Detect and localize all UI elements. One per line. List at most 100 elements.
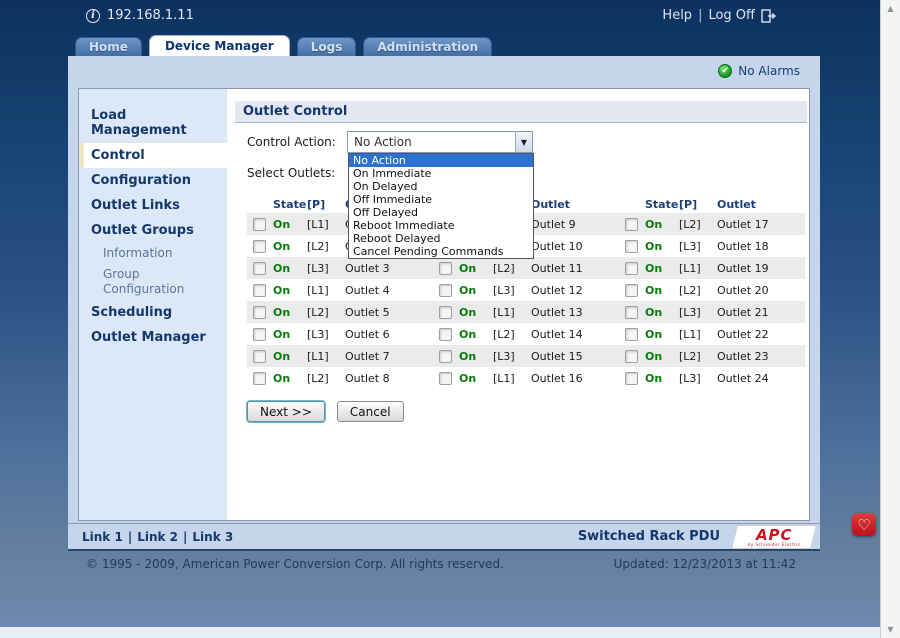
outlet-cell: On [L3] Outlet 18 bbox=[619, 240, 805, 253]
outlet-phase: [L2] bbox=[679, 350, 717, 363]
scroll-up-icon[interactable]: ▲ bbox=[881, 4, 900, 13]
tab-logs[interactable]: Logs bbox=[297, 37, 357, 56]
outlet-cell: On [L2] Outlet 23 bbox=[619, 350, 805, 363]
control-action-dropdown-list: No ActionOn ImmediateOn DelayedOff Immed… bbox=[348, 153, 534, 259]
outlet-state: On bbox=[459, 350, 493, 363]
outlet-phase: [L2] bbox=[307, 306, 345, 319]
control-action-label: Control Action: bbox=[247, 135, 347, 149]
alarm-status-text: No Alarms bbox=[738, 64, 800, 78]
dropdown-option[interactable]: Off Immediate bbox=[349, 193, 533, 206]
dropdown-option[interactable]: Cancel Pending Commands bbox=[349, 245, 533, 258]
outlet-name: Outlet 17 bbox=[717, 218, 805, 231]
next-button[interactable]: Next >> bbox=[247, 401, 325, 422]
outlet-checkbox-18[interactable] bbox=[625, 240, 638, 253]
dropdown-option[interactable]: Reboot Immediate bbox=[349, 219, 533, 232]
content-frame: Load ManagementControlConfigurationOutle… bbox=[78, 88, 810, 521]
dropdown-option[interactable]: No Action bbox=[349, 154, 533, 167]
outlet-checkbox-3[interactable] bbox=[253, 262, 266, 275]
outlet-checkbox-17[interactable] bbox=[625, 218, 638, 231]
dropdown-option[interactable]: On Immediate bbox=[349, 167, 533, 180]
outlet-cell: On [L3] Outlet 15 bbox=[433, 350, 619, 363]
outlet-checkbox-7[interactable] bbox=[253, 350, 266, 363]
outlet-checkbox-21[interactable] bbox=[625, 306, 638, 319]
outlet-state: On bbox=[273, 240, 307, 253]
select-dropdown-arrow-icon[interactable]: ▼ bbox=[515, 132, 532, 152]
sidebar-item-information[interactable]: Information bbox=[79, 243, 227, 264]
outlet-cell: On [L1] Outlet 4 bbox=[247, 284, 433, 297]
tab-device-manager[interactable]: Device Manager bbox=[149, 35, 290, 56]
scroll-down-icon[interactable]: ▼ bbox=[881, 625, 900, 634]
outlet-checkbox-1[interactable] bbox=[253, 218, 266, 231]
header-outlet: Outlet bbox=[717, 198, 805, 211]
outlet-name: Outlet 4 bbox=[345, 284, 433, 297]
outlet-checkbox-4[interactable] bbox=[253, 284, 266, 297]
control-action-select[interactable]: No Action ▼ bbox=[347, 131, 533, 153]
info-icon: i bbox=[86, 9, 100, 23]
sidebar-item-control[interactable]: Control bbox=[79, 143, 227, 168]
outlet-checkbox-12[interactable] bbox=[439, 284, 452, 297]
sidebar-item-outlet-groups[interactable]: Outlet Groups bbox=[79, 218, 227, 243]
cancel-button[interactable]: Cancel bbox=[337, 401, 404, 422]
outlet-state: On bbox=[645, 372, 679, 385]
outlet-name: Outlet 10 bbox=[531, 240, 619, 253]
outlet-row: On [L1] Outlet 4 On [L3] Outlet 12 On [L… bbox=[247, 279, 805, 301]
tab-home[interactable]: Home bbox=[75, 37, 142, 56]
outlet-phase: [L1] bbox=[307, 284, 345, 297]
help-link[interactable]: Help bbox=[662, 8, 692, 23]
outlet-name: Outlet 23 bbox=[717, 350, 805, 363]
outlet-cell: On [L1] Outlet 13 bbox=[433, 306, 619, 319]
outlet-checkbox-14[interactable] bbox=[439, 328, 452, 341]
outlet-phase: [L1] bbox=[679, 262, 717, 275]
outlet-checkbox-20[interactable] bbox=[625, 284, 638, 297]
dropdown-option[interactable]: On Delayed bbox=[349, 180, 533, 193]
sidebar-item-outlet-manager[interactable]: Outlet Manager bbox=[79, 325, 227, 350]
outlet-name: Outlet 11 bbox=[531, 262, 619, 275]
outlet-cell: On [L1] Outlet 7 bbox=[247, 350, 433, 363]
outlet-state: On bbox=[645, 218, 679, 231]
log-off-icon[interactable] bbox=[761, 9, 776, 23]
outlet-state: On bbox=[273, 372, 307, 385]
vertical-scrollbar[interactable]: ▲ ▼ bbox=[880, 0, 900, 638]
outlet-name: Outlet 8 bbox=[345, 372, 433, 385]
alarm-status-bar: ✔ No Alarms bbox=[68, 56, 820, 86]
outlet-checkbox-11[interactable] bbox=[439, 262, 452, 275]
outlet-cell: On [L2] Outlet 14 bbox=[433, 328, 619, 341]
apc-logo-text: APC bbox=[748, 527, 801, 542]
outlet-name: Outlet 5 bbox=[345, 306, 433, 319]
outlet-checkbox-24[interactable] bbox=[625, 372, 638, 385]
outlet-state: On bbox=[459, 372, 493, 385]
sidebar-item-group-configuration[interactable]: Group Configuration bbox=[79, 264, 227, 300]
outlet-phase: [L2] bbox=[307, 240, 345, 253]
outlet-state: On bbox=[645, 284, 679, 297]
heart-badge-icon[interactable]: ♡ bbox=[852, 513, 876, 536]
outlet-checkbox-15[interactable] bbox=[439, 350, 452, 363]
outlet-checkbox-23[interactable] bbox=[625, 350, 638, 363]
tab-administration[interactable]: Administration bbox=[363, 37, 492, 56]
dropdown-option[interactable]: Off Delayed bbox=[349, 206, 533, 219]
outlet-checkbox-2[interactable] bbox=[253, 240, 266, 253]
outlet-checkbox-8[interactable] bbox=[253, 372, 266, 385]
outlet-checkbox-5[interactable] bbox=[253, 306, 266, 319]
outlet-checkbox-22[interactable] bbox=[625, 328, 638, 341]
outlet-name: Outlet 9 bbox=[531, 218, 619, 231]
outlet-checkbox-16[interactable] bbox=[439, 372, 452, 385]
sidebar-item-outlet-links[interactable]: Outlet Links bbox=[79, 193, 227, 218]
dropdown-option[interactable]: Reboot Delayed bbox=[349, 232, 533, 245]
sidebar-item-scheduling[interactable]: Scheduling bbox=[79, 300, 227, 325]
header-separator: | bbox=[698, 8, 702, 23]
sidebar-item-configuration[interactable]: Configuration bbox=[79, 168, 227, 193]
footer-link-2[interactable]: Link 2 bbox=[137, 530, 178, 544]
outlet-state: On bbox=[273, 306, 307, 319]
outlet-phase: [L1] bbox=[307, 218, 345, 231]
log-off-link[interactable]: Log Off bbox=[708, 8, 755, 23]
product-name: Switched Rack PDU bbox=[578, 529, 720, 544]
sidebar-item-load-management[interactable]: Load Management bbox=[79, 103, 227, 143]
outlet-cell: On [L3] Outlet 6 bbox=[247, 328, 433, 341]
outlet-checkbox-13[interactable] bbox=[439, 306, 452, 319]
outlet-phase: [L1] bbox=[493, 372, 531, 385]
footer-link-1[interactable]: Link 1 bbox=[82, 530, 123, 544]
bottom-link-bar: Link 1|Link 2|Link 3 Switched Rack PDU A… bbox=[68, 523, 820, 549]
outlet-checkbox-6[interactable] bbox=[253, 328, 266, 341]
outlet-checkbox-19[interactable] bbox=[625, 262, 638, 275]
footer-link-3[interactable]: Link 3 bbox=[192, 530, 233, 544]
